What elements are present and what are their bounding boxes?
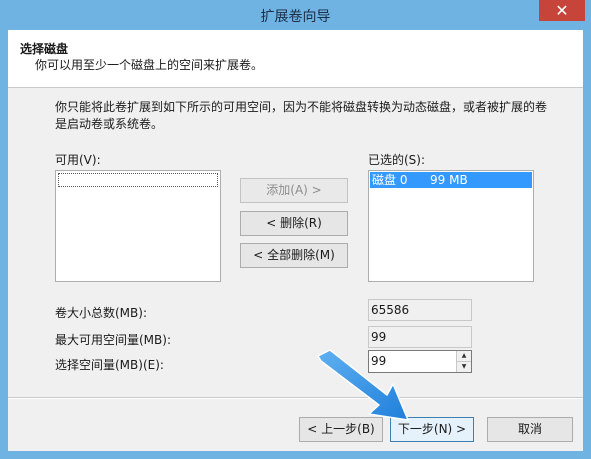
max-space-value: 99 — [368, 326, 472, 348]
remove-button[interactable]: < 删除(R) — [240, 211, 348, 236]
spin-down-icon[interactable]: ▼ — [457, 362, 471, 372]
available-list[interactable] — [55, 170, 221, 282]
wizard-body: 选择磁盘 你可以用至少一个磁盘上的空间来扩展卷。 你只能将此卷扩展到如下所示的可… — [8, 30, 583, 451]
add-button[interactable]: 添加(A) > — [240, 178, 348, 203]
wizard-window: 扩展卷向导 ✕ 选择磁盘 你可以用至少一个磁盘上的空间来扩展卷。 你只能将此卷扩… — [0, 0, 591, 459]
spin-buttons: ▲ ▼ — [456, 351, 471, 372]
select-space-value: 99 — [371, 354, 387, 368]
description-text: 你只能将此卷扩展到如下所示的可用空间，因为不能将磁盘转换为动态磁盘，或者被扩展的… — [55, 99, 555, 133]
select-space-stepper[interactable]: 99 ▲ ▼ — [368, 350, 472, 373]
title-bar[interactable]: 扩展卷向导 ✕ — [0, 0, 591, 30]
total-size-value: 65586 — [368, 299, 472, 321]
spin-up-icon[interactable]: ▲ — [457, 351, 471, 362]
cancel-button[interactable]: 取消 — [487, 417, 573, 442]
disk-name: 磁盘 0 — [372, 173, 408, 187]
close-icon: ✕ — [555, 1, 569, 20]
disk-size: 99 MB — [430, 173, 468, 187]
select-space-label: 选择空间量(MB)(E): — [55, 358, 164, 372]
page-title: 选择磁盘 — [20, 42, 69, 56]
footer-divider — [8, 397, 583, 399]
remove-all-button[interactable]: < 全部删除(M) — [240, 243, 348, 268]
wizard-header: 选择磁盘 你可以用至少一个磁盘上的空间来扩展卷。 — [8, 30, 583, 88]
selected-label: 已选的(S): — [368, 153, 426, 167]
available-label: 可用(V): — [55, 153, 101, 167]
max-space-label: 最大可用空间量(MB): — [55, 333, 171, 347]
description-line-1: 你只能将此卷扩展到如下所示的可用空间，因为不能将磁盘转换为动态磁盘，或者被扩展的… — [55, 100, 548, 114]
close-button[interactable]: ✕ — [539, 0, 585, 21]
selected-list[interactable]: 磁盘 0 99 MB — [368, 170, 534, 282]
back-button[interactable]: < 上一步(B) — [299, 417, 383, 442]
next-button[interactable]: 下一步(N) > — [390, 417, 474, 442]
page-subtitle: 你可以用至少一个磁盘上的空间来扩展卷。 — [35, 58, 264, 72]
total-size-label: 卷大小总数(MB): — [55, 306, 147, 320]
list-item[interactable]: 磁盘 0 99 MB — [370, 172, 532, 188]
list-focus-rect — [58, 173, 218, 187]
description-line-2: 是启动卷或系统卷。 — [55, 117, 164, 131]
window-title: 扩展卷向导 — [260, 9, 331, 25]
